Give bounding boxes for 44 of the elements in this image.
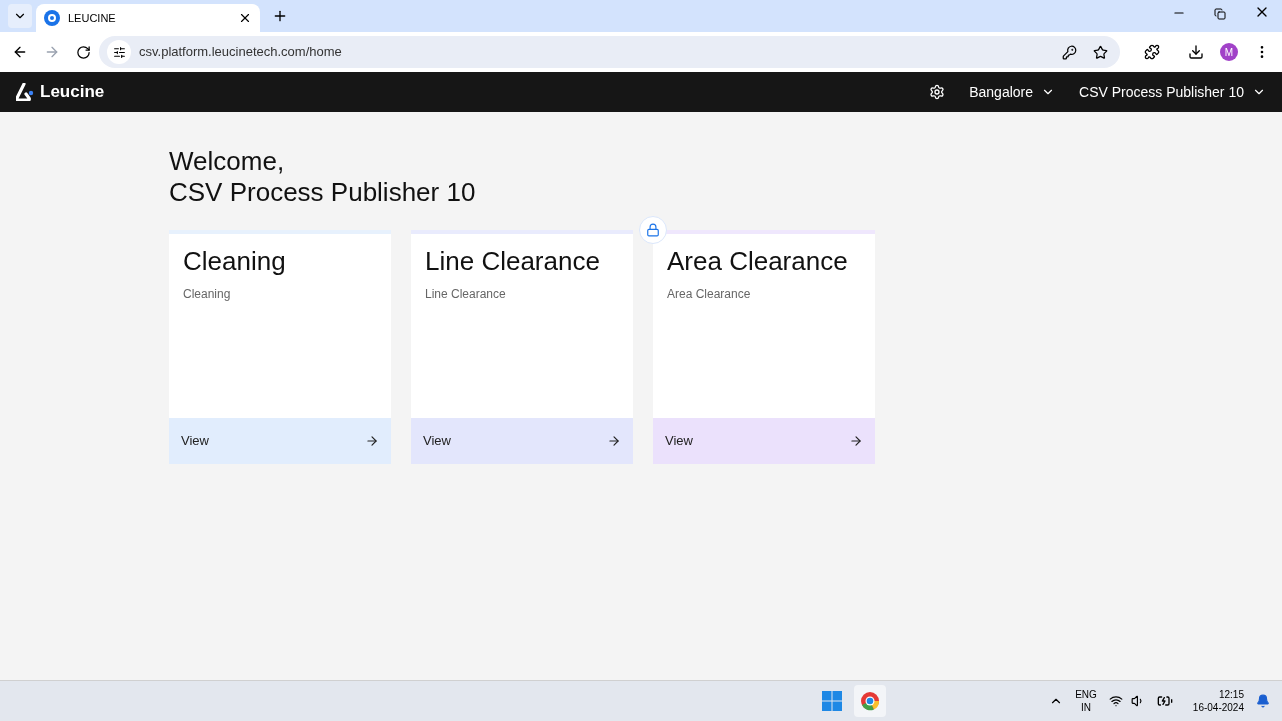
tab-list-button[interactable]	[8, 4, 32, 28]
browser-tab[interactable]: LEUCINE	[36, 4, 260, 32]
clock-time[interactable]: 12:15	[1218, 688, 1244, 701]
arrow-right-icon	[607, 434, 621, 448]
new-tab-icon[interactable]	[272, 8, 288, 24]
card-subtitle: Line Clearance	[425, 286, 507, 303]
view-button[interactable]: View	[653, 418, 875, 464]
address-field[interactable]: csv.platform.leucinetech.com/home	[99, 36, 1120, 68]
site-favicon	[44, 10, 60, 26]
arrow-right-icon	[849, 434, 863, 448]
app-logo-text[interactable]: Leucine	[40, 79, 105, 105]
user-dropdown[interactable]: CSV Process Publisher 10	[1079, 81, 1266, 103]
battery-icon[interactable]	[1156, 693, 1173, 709]
reload-icon[interactable]	[76, 44, 91, 60]
download-icon[interactable]	[1188, 44, 1204, 60]
welcome-greeting: Welcome,	[169, 146, 286, 177]
card-title: Line Clearance	[425, 245, 601, 278]
card-subtitle: Area Clearance	[667, 286, 752, 303]
browser-taskbar-icon[interactable]	[854, 685, 886, 717]
card-title: Cleaning	[183, 245, 287, 278]
view-button[interactable]: View	[411, 418, 633, 464]
settings-icon[interactable]	[929, 84, 946, 100]
region-text[interactable]: IN	[1081, 701, 1091, 714]
profile-avatar[interactable]: M	[1220, 43, 1238, 61]
site-settings-icon[interactable]	[112, 45, 126, 59]
welcome-user-name: CSV Process Publisher 10	[169, 177, 477, 208]
card-subtitle: Cleaning	[183, 286, 232, 303]
close-icon[interactable]	[238, 11, 252, 25]
notification-bell-icon[interactable]	[1256, 694, 1270, 708]
language-text[interactable]: ENG	[1075, 688, 1097, 701]
url-text: csv.platform.leucinetech.com/home	[139, 43, 343, 62]
clock-date[interactable]: 16-04-2024	[1192, 701, 1244, 714]
arrow-right-icon	[365, 434, 379, 448]
card-title: Area Clearance	[667, 245, 849, 278]
lock-icon	[646, 223, 660, 237]
tab-title: LEUCINE	[68, 10, 117, 26]
restore-icon[interactable]	[1214, 8, 1226, 20]
facility-dropdown[interactable]: Bangalore	[969, 81, 1056, 103]
key-icon[interactable]	[1062, 44, 1077, 60]
bookmark-star-icon[interactable]	[1093, 44, 1108, 60]
view-button[interactable]: View	[169, 418, 391, 464]
extensions-icon[interactable]	[1144, 44, 1160, 60]
leucine-logo-icon	[16, 83, 36, 101]
wifi-icon[interactable]	[1108, 694, 1123, 708]
